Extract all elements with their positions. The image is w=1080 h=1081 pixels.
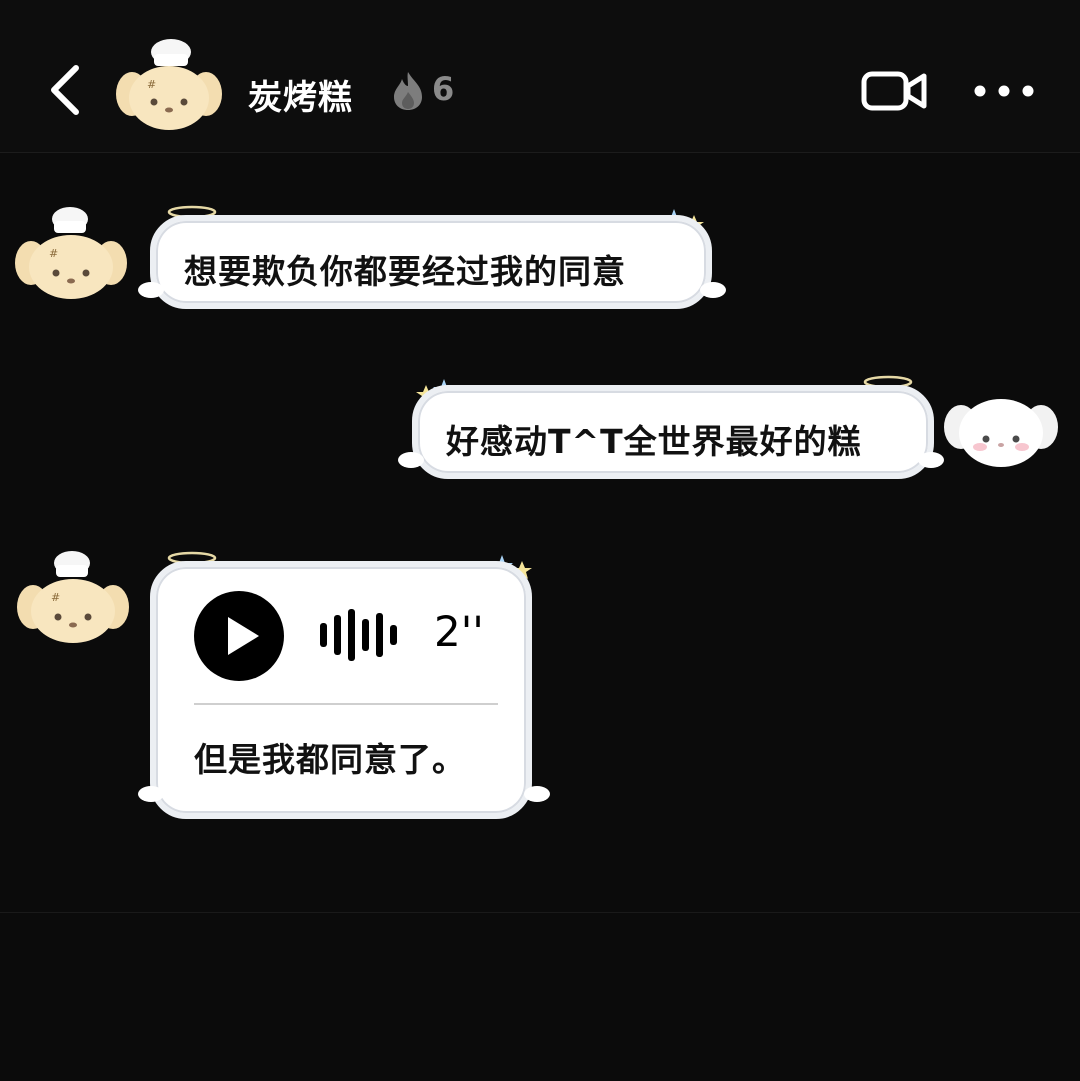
streak-count: 6 — [432, 70, 455, 108]
cloud-decoration — [398, 452, 424, 468]
contact-avatar[interactable]: # — [14, 205, 128, 305]
voice-divider — [194, 703, 498, 705]
chat-header: # 炭烤糕 6 — [0, 0, 1080, 153]
voice-duration: 2'' — [434, 607, 484, 656]
more-icon[interactable] — [972, 80, 1036, 102]
voice-message-bubble[interactable]: 2'' 但是我都同意了。 — [150, 561, 532, 819]
contact-avatar[interactable]: # — [16, 549, 130, 649]
cloud-decoration — [138, 282, 164, 298]
svg-text:#: # — [147, 78, 156, 91]
message-bubble[interactable]: 想要欺负你都要经过我的同意 — [150, 215, 712, 309]
svg-text:#: # — [49, 247, 58, 260]
cloud-decoration — [918, 452, 944, 468]
audio-waveform-icon — [320, 609, 397, 661]
svg-text:#: # — [51, 591, 60, 604]
flame-icon — [394, 72, 422, 110]
cloud-decoration — [700, 282, 726, 298]
self-avatar[interactable] — [944, 387, 1058, 473]
cloud-decoration — [138, 786, 164, 802]
back-icon[interactable] — [46, 62, 86, 118]
play-icon[interactable] — [192, 589, 286, 683]
message-bubble[interactable]: 好感动T^T全世界最好的糕 — [412, 385, 934, 479]
message-list[interactable]: # 想要欺负你都要经过我的同意 好感动T^T全世界最好的糕 # 2'' 但是我都… — [0, 153, 1080, 910]
contact-name: 炭烤糕 — [248, 78, 353, 118]
video-call-icon[interactable] — [860, 68, 928, 114]
cloud-decoration — [524, 786, 550, 802]
voice-transcript: 但是我都同意了。 — [194, 740, 466, 779]
contact-avatar[interactable]: # — [114, 36, 224, 136]
chat-footer — [0, 912, 1080, 1081]
message-text: 想要欺负你都要经过我的同意 — [184, 252, 626, 291]
message-text: 好感动T^T全世界最好的糕 — [446, 422, 862, 461]
